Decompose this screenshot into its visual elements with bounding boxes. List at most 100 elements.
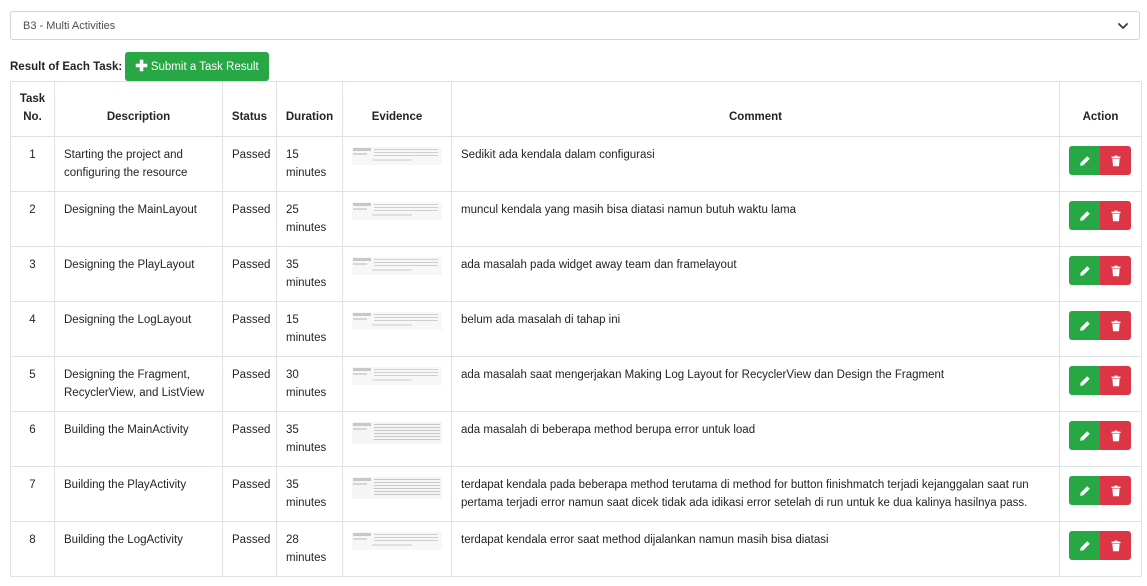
task-comment: ada masalah di beberapa method berupa er…	[451, 411, 1060, 467]
plus-icon: ✚	[135, 57, 148, 75]
header-task-no: Task No.	[10, 81, 55, 137]
task-description: Starting the project and configuring the…	[54, 136, 223, 192]
evidence-thumbnail[interactable]	[352, 422, 442, 444]
evidence-thumbnail[interactable]	[352, 312, 442, 330]
task-evidence	[342, 356, 452, 412]
header-description: Description	[54, 81, 223, 137]
task-actions	[1059, 301, 1142, 357]
action-button-group	[1069, 476, 1131, 505]
edit-button[interactable]	[1069, 476, 1100, 505]
delete-button[interactable]	[1100, 476, 1131, 505]
task-number: 3	[10, 246, 55, 302]
table-row: 8 Building the LogActivity Passed 28 min…	[10, 521, 1142, 577]
task-duration: 15 minutes	[276, 136, 343, 192]
task-comment: ada masalah pada widget away team dan fr…	[451, 246, 1060, 302]
task-duration: 35 minutes	[276, 466, 343, 522]
action-button-group	[1069, 366, 1131, 395]
table-row: 3 Designing the PlayLayout Passed 35 min…	[10, 246, 1142, 302]
delete-button[interactable]	[1100, 531, 1131, 560]
delete-button[interactable]	[1100, 201, 1131, 230]
task-status: Passed	[222, 301, 277, 357]
edit-button[interactable]	[1069, 421, 1100, 450]
task-evidence	[342, 411, 452, 467]
result-label: Result of Each Task:	[10, 60, 123, 73]
delete-button[interactable]	[1100, 146, 1131, 175]
delete-button[interactable]	[1100, 421, 1131, 450]
task-comment: terdapat kendala error saat method dijal…	[451, 521, 1060, 577]
edit-button[interactable]	[1069, 531, 1100, 560]
pencil-icon	[1079, 155, 1090, 166]
task-comment: terdapat kendala pada beberapa method te…	[451, 466, 1060, 522]
task-evidence	[342, 136, 452, 192]
header-action: Action	[1059, 81, 1142, 137]
edit-button[interactable]	[1069, 201, 1100, 230]
evidence-thumbnail[interactable]	[352, 202, 442, 220]
table-header-row: Task No. Description Status Duration Evi…	[10, 81, 1142, 137]
trash-icon	[1111, 375, 1120, 386]
task-status: Passed	[222, 191, 277, 247]
task-actions	[1059, 191, 1142, 247]
task-actions	[1059, 356, 1142, 412]
task-duration: 35 minutes	[276, 246, 343, 302]
delete-button[interactable]	[1100, 311, 1131, 340]
edit-button[interactable]	[1069, 311, 1100, 340]
submit-button-label: Submit a Task Result	[150, 60, 259, 73]
task-comment: Sedikit ada kendala dalam configurasi	[451, 136, 1060, 192]
task-actions	[1059, 521, 1142, 577]
pencil-icon	[1079, 265, 1090, 276]
evidence-thumbnail[interactable]	[352, 367, 442, 385]
header-comment: Comment	[451, 81, 1060, 137]
action-button-group	[1069, 146, 1131, 175]
action-button-group	[1069, 256, 1131, 285]
activity-select-value: B3 - Multi Activities	[23, 19, 116, 32]
task-results-table: Task No. Description Status Duration Evi…	[10, 81, 1142, 577]
submit-task-result-button[interactable]: ✚ Submit a Task Result	[125, 52, 269, 81]
task-duration: 30 minutes	[276, 356, 343, 412]
action-button-group	[1069, 201, 1131, 230]
task-number: 4	[10, 301, 55, 357]
header-evidence: Evidence	[342, 81, 452, 137]
task-status: Passed	[222, 521, 277, 577]
edit-button[interactable]	[1069, 366, 1100, 395]
task-number: 8	[10, 521, 55, 577]
delete-button[interactable]	[1100, 256, 1131, 285]
task-description: Building the PlayActivity	[54, 466, 223, 522]
task-evidence	[342, 191, 452, 247]
task-number: 2	[10, 191, 55, 247]
table-row: 4 Designing the LogLayout Passed 15 minu…	[10, 301, 1142, 357]
evidence-thumbnail[interactable]	[352, 257, 442, 275]
trash-icon	[1111, 210, 1120, 221]
trash-icon	[1111, 265, 1120, 276]
header-status: Status	[222, 81, 277, 137]
table-row: 5 Designing the Fragment, RecyclerView, …	[10, 356, 1142, 412]
task-status: Passed	[222, 246, 277, 302]
table-row: 7 Building the PlayActivity Passed 35 mi…	[10, 466, 1142, 522]
task-duration: 25 minutes	[276, 191, 343, 247]
pencil-icon	[1079, 485, 1090, 496]
task-evidence	[342, 301, 452, 357]
task-actions	[1059, 466, 1142, 522]
pencil-icon	[1079, 210, 1090, 221]
evidence-thumbnail[interactable]	[352, 147, 442, 165]
delete-button[interactable]	[1100, 366, 1131, 395]
evidence-thumbnail[interactable]	[352, 532, 442, 550]
task-status: Passed	[222, 411, 277, 467]
task-comment: belum ada masalah di tahap ini	[451, 301, 1060, 357]
task-actions	[1059, 136, 1142, 192]
task-evidence	[342, 521, 452, 577]
evidence-thumbnail[interactable]	[352, 477, 442, 499]
activity-select[interactable]: B3 - Multi Activities	[10, 11, 1140, 40]
edit-button[interactable]	[1069, 146, 1100, 175]
task-number: 5	[10, 356, 55, 412]
task-number: 6	[10, 411, 55, 467]
table-row: 1 Starting the project and configuring t…	[10, 136, 1142, 192]
table-row: 6 Building the MainActivity Passed 35 mi…	[10, 411, 1142, 467]
edit-button[interactable]	[1069, 256, 1100, 285]
header-duration: Duration	[276, 81, 343, 137]
task-comment: ada masalah saat mengerjakan Making Log …	[451, 356, 1060, 412]
task-status: Passed	[222, 356, 277, 412]
trash-icon	[1111, 430, 1120, 441]
task-status: Passed	[222, 136, 277, 192]
task-evidence	[342, 246, 452, 302]
task-number: 1	[10, 136, 55, 192]
